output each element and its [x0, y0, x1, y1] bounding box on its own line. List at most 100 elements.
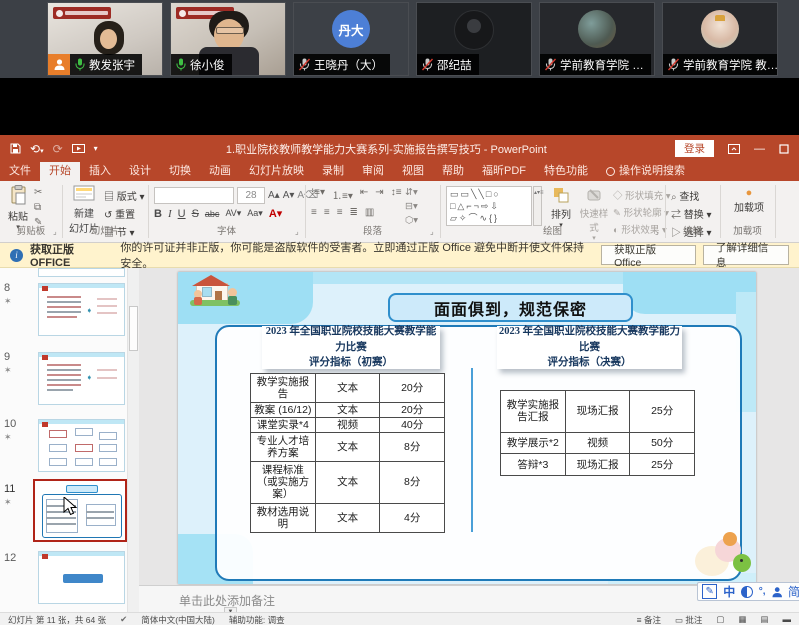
font-dialog-launcher[interactable]: ⌟ — [295, 228, 303, 236]
host-badge — [48, 54, 70, 75]
clipboard-dialog-launcher[interactable]: ⌟ — [53, 228, 61, 236]
avatar — [454, 10, 494, 50]
mic-on-icon — [75, 58, 85, 71]
qat-more-icon[interactable]: ▾ — [94, 144, 98, 153]
comments-icon: ▭ — [675, 615, 685, 625]
slideshow-icon[interactable] — [72, 144, 85, 154]
tab-transitions[interactable]: 切换 — [160, 162, 200, 181]
participant-label: 邵纪喆 — [417, 54, 479, 75]
tell-me-icon — [606, 167, 615, 176]
drawing-dialog-launcher[interactable]: ⌟ — [655, 228, 663, 236]
slide-thumbnail-panel: 8 ✶ ➧ 9 ✶ ➧ 10 — [0, 268, 127, 612]
table-row: 课程标准（或实施方案） 文本 8分 — [251, 461, 445, 504]
left-table-title-line1: 2023 年全国职业院校技能大赛教学能力比赛 — [262, 324, 440, 356]
tab-home[interactable]: 开始 — [40, 162, 80, 181]
tab-help[interactable]: 帮助 — [433, 162, 473, 181]
license-message: 你的许可证并非正版，你可能是盗版软件的受害者。立即通过正版 Office 避免中… — [120, 239, 594, 271]
table-divider-line — [471, 368, 473, 532]
school-banner — [53, 7, 111, 19]
participant-name: 王晓丹（大） — [314, 57, 383, 73]
login-button[interactable]: 登录 — [675, 140, 714, 157]
table-row: 教学展示*2 视频 50分 — [501, 432, 695, 454]
participant-tile[interactable]: 教发张宇 — [47, 2, 163, 76]
learn-more-button[interactable]: 了解详细信息 — [703, 245, 789, 265]
spellcheck-icon[interactable]: ✔ — [120, 614, 127, 625]
status-language[interactable]: 简体中文(中国大陆) — [141, 614, 215, 625]
save-icon[interactable] — [10, 143, 21, 154]
preliminary-score-table: 教学实施报告 文本 20分 教案 (16/12) 文本 20分 课堂实录*4 视… — [250, 373, 445, 533]
participant-name: 学前教育学院 … — [560, 57, 644, 73]
ribbon: 粘贴 ▾ ✂ ⧉ ✎ 剪贴板 ⌟ 新建 幻灯片 ▤ 版式 ▾ ↺ 重置 ▦ 节 … — [0, 181, 799, 243]
slide-thumbnail[interactable] — [38, 419, 125, 472]
status-accessibility[interactable]: 辅助功能: 调查 — [229, 614, 285, 625]
avatar — [701, 10, 739, 48]
slide-thumbnail[interactable]: ➧ — [38, 352, 125, 405]
view-sorter-icon[interactable]: ▦ — [738, 614, 746, 625]
participant-tile[interactable]: 丹大 王晓丹（大） — [293, 2, 409, 76]
ime-lang-button[interactable]: 简 — [788, 583, 799, 600]
status-notes-button[interactable]: ≡ 备注 — [637, 614, 661, 625]
minimize-icon[interactable]: — — [754, 143, 765, 155]
slide-canvas: 面面俱到，规范保密 2023 年全国职业院校技能大赛教学能力比赛 评分指标（初赛… — [139, 268, 799, 585]
tab-foxit-pdf[interactable]: 福昕PDF — [473, 162, 535, 181]
status-slide-info: 幻灯片 第 11 张，共 64 张 — [8, 614, 106, 625]
paragraph-group: 段落 ⌟ — [305, 181, 440, 239]
animation-star-icon[interactable]: ✶ — [4, 497, 12, 508]
slide-thumbnail-partial[interactable] — [38, 268, 125, 277]
animation-star-icon[interactable]: ✶ — [4, 432, 12, 443]
maximize-icon[interactable] — [779, 144, 789, 154]
ime-width-icon[interactable] — [741, 586, 752, 598]
status-comments-button[interactable]: ▭ 批注 — [675, 614, 702, 625]
table-row: 教学实施报告汇报 现场汇报 25分 — [501, 391, 695, 433]
participant-tile[interactable]: 徐小俊 — [170, 2, 286, 76]
quick-access-toolbar: ⟲▾ ⟳ ▾ — [0, 142, 108, 156]
tab-review[interactable]: 审阅 — [353, 162, 393, 181]
black-band — [0, 78, 799, 135]
table-row: 教材选用说明 文本 4分 — [251, 504, 445, 533]
window-title: 1.职业院校教师教学能力大赛系列-实施报告撰写技巧 - PowerPoint — [108, 141, 665, 157]
tab-record[interactable]: 录制 — [313, 162, 353, 181]
editing-group-label: 编辑 — [665, 223, 720, 237]
view-slideshow-icon[interactable]: ▬ — [783, 614, 792, 624]
undo-icon[interactable]: ⟲▾ — [30, 142, 44, 156]
paragraph-dialog-launcher[interactable]: ⌟ — [430, 228, 438, 236]
get-genuine-office-button[interactable]: 获取正版 Office — [601, 245, 696, 265]
mic-muted-icon — [299, 58, 310, 71]
font-group-label: 字体 — [148, 223, 305, 237]
participant-tile[interactable]: 邵纪喆 — [416, 2, 532, 76]
animation-star-icon[interactable]: ✶ — [4, 296, 12, 307]
current-slide[interactable]: 面面俱到，规范保密 2023 年全国职业院校技能大赛教学能力比赛 评分指标（初赛… — [178, 272, 756, 584]
slide-number: 8 — [4, 282, 26, 294]
selected-slide-thumbnail[interactable] — [33, 479, 127, 542]
table-row: 答辩*3 现场汇报 25分 — [501, 454, 695, 476]
tab-design[interactable]: 设计 — [120, 162, 160, 181]
mic-muted-icon — [422, 58, 433, 71]
participant-tile[interactable]: 学前教育学院 … — [539, 2, 655, 76]
ime-pen-icon[interactable]: ✎ — [702, 584, 717, 599]
slide-thumbnail[interactable] — [38, 551, 125, 604]
ime-punctuation-icon[interactable]: °, — [759, 586, 766, 597]
thumbnail-scrollbar[interactable] — [127, 268, 139, 612]
tab-animations[interactable]: 动画 — [200, 162, 240, 181]
right-table-title-line2: 评分指标（决赛） — [548, 355, 632, 371]
tab-slideshow[interactable]: 幻灯片放映 — [240, 162, 313, 181]
tab-file[interactable]: 文件 — [0, 162, 40, 181]
info-icon: i — [10, 249, 23, 262]
tab-view[interactable]: 视图 — [393, 162, 433, 181]
tab-special-features[interactable]: 特色功能 — [535, 162, 597, 181]
participant-tile[interactable]: 学前教育学院 教… — [662, 2, 778, 76]
arrow-shape: ➧ — [86, 373, 93, 382]
slide-thumbnail[interactable]: ➧ — [38, 283, 125, 336]
view-normal-icon[interactable]: ▢ — [716, 614, 724, 625]
tell-me-search[interactable]: 操作说明搜索 — [597, 162, 694, 181]
scrollbar-thumb[interactable] — [129, 306, 138, 351]
ime-mode-button[interactable]: 中 — [723, 583, 735, 600]
ime-person-icon[interactable] — [772, 586, 782, 598]
view-reading-icon[interactable]: ▤ — [760, 614, 768, 625]
editing-group: 编辑 — [665, 181, 720, 239]
tab-insert[interactable]: 插入 — [80, 162, 120, 181]
animation-star-icon[interactable]: ✶ — [4, 365, 12, 376]
ribbon-display-icon[interactable] — [728, 144, 740, 154]
screen: 教发张宇 徐小俊 丹大 王晓丹（大） — [0, 0, 799, 625]
redo-icon[interactable]: ⟳ — [53, 142, 63, 156]
